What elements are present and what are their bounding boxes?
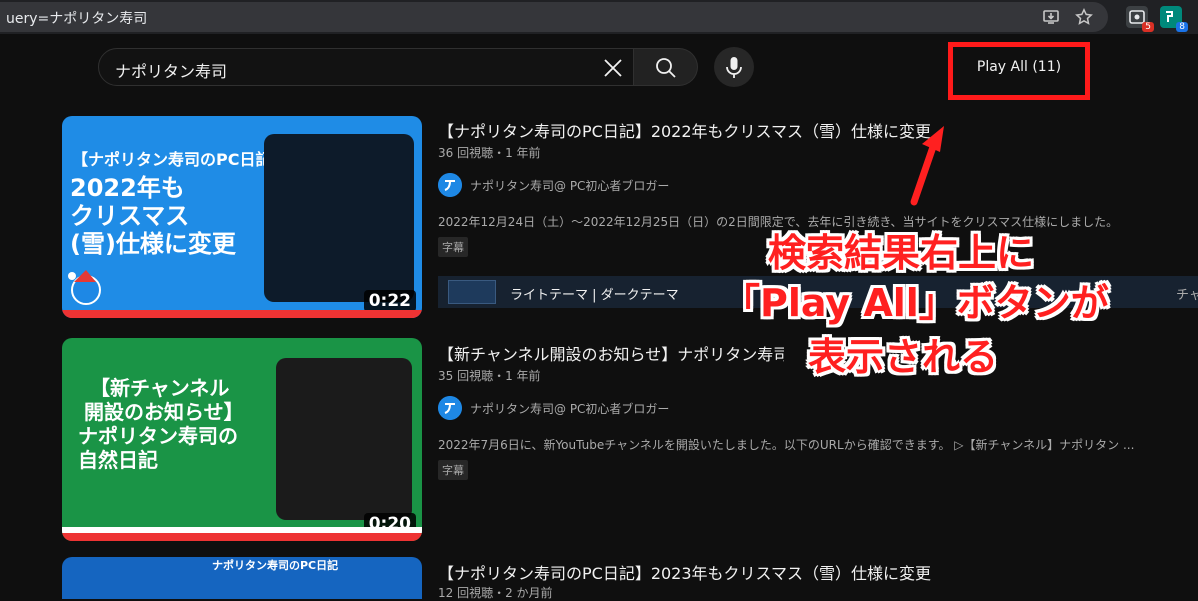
santa-hat-logo-icon	[68, 270, 101, 305]
extension-icon-2[interactable]: 8	[1160, 6, 1188, 32]
search-button[interactable]	[634, 48, 698, 86]
video-meta: 12 回視聴・2 か月前	[438, 586, 553, 600]
video-meta: 35 回視聴・1 年前	[438, 369, 541, 383]
video-description: 2022年7月6日に、新YouTubeチャンネルを開設いたしました。以下のURL…	[438, 438, 1135, 452]
thumbnail-screenshot	[264, 134, 414, 302]
search-query: ナポリタン寿司	[115, 62, 228, 81]
play-all-highlight-box: Play All (11)	[948, 42, 1090, 100]
thumbnail-text: ナポリタン寿司の	[78, 424, 238, 448]
thumbnail-text: 2022年も	[70, 174, 185, 202]
video-title-3[interactable]: 【ナポリタン寿司のPC日記】2023年もクリスマス（雪）仕様に変更	[438, 560, 931, 584]
url-text: uery=ナポリタン寿司	[6, 11, 148, 27]
channel-avatar-icon[interactable]	[438, 173, 462, 197]
chapter-label-next: チャ	[1176, 288, 1198, 303]
thumbnail-text: 開設のお知らせ】	[84, 400, 244, 424]
thumbnail-text: 【新チャンネル	[90, 376, 230, 400]
extension-badge: 5	[1142, 22, 1154, 32]
thumbnail-text: クリスマス	[70, 202, 190, 230]
microphone-icon	[726, 57, 742, 78]
channel-name[interactable]: ナポリタン寿司@ PC初心者ブロガー	[470, 177, 669, 194]
thumbnail-text: 【ナポリタン寿司のPC日記】	[72, 150, 288, 169]
search-input[interactable]: ナポリタン寿司	[98, 48, 634, 86]
thumbnail-text: 自然日記	[78, 448, 158, 472]
extension-icon-1[interactable]: 5	[1126, 6, 1154, 32]
voice-search-button[interactable]	[714, 47, 754, 87]
chapter-label: ライトテーマ | ダークテーマ	[510, 288, 679, 303]
subtitle-badge: 字幕	[438, 237, 468, 257]
play-all-button[interactable]: Play All (11)	[953, 59, 1085, 75]
bookmark-star-icon[interactable]	[1075, 8, 1093, 26]
video-thumbnail-1[interactable]: 【ナポリタン寿司のPC日記】 2022年も クリスマス (雪)仕様に変更 0:2…	[62, 116, 422, 318]
browser-toolbar: uery=ナポリタン寿司 5 8	[0, 0, 1198, 34]
subtitle-badge: 字幕	[438, 460, 468, 480]
annotation-text: 検索結果右上に	[768, 231, 1035, 275]
video-title-1[interactable]: 【ナポリタン寿司のPC日記】2022年もクリスマス（雪）仕様に変更	[438, 118, 931, 142]
search-icon	[656, 58, 676, 78]
clear-search-icon[interactable]	[599, 54, 627, 82]
channel-avatar-icon[interactable]	[438, 396, 462, 420]
thumbnail-text: (雪)仕様に変更	[70, 230, 236, 258]
video-thumbnail-2[interactable]: 【新チャンネル 開設のお知らせ】 ナポリタン寿司の 自然日記 0:20	[62, 338, 422, 541]
video-thumbnail-3[interactable]: ナポリタン寿司のPC日記	[62, 557, 422, 599]
thumbnail-stripe	[62, 310, 422, 318]
thumbnail-screenshot	[276, 358, 412, 520]
address-bar[interactable]: uery=ナポリタン寿司	[0, 2, 1108, 32]
annotation-arrow-icon	[910, 126, 944, 206]
thumbnail-text: ナポリタン寿司のPC日記	[212, 559, 339, 572]
extension-badge: 8	[1176, 22, 1188, 32]
chapter-thumbnail	[448, 280, 496, 304]
annotation-text: 「Play All」ボタンが	[722, 281, 1109, 325]
annotation-text: 表示される	[808, 335, 999, 379]
install-app-icon[interactable]	[1042, 8, 1060, 26]
video-duration: 0:22	[363, 290, 416, 312]
thumbnail-stripe	[62, 533, 422, 541]
video-title-2[interactable]: 【新チャンネル開設のお知らせ】ナポリタン寿司の自然日記	[438, 341, 784, 365]
channel-name[interactable]: ナポリタン寿司@ PC初心者ブロガー	[470, 400, 669, 417]
video-meta: 36 回視聴・1 年前	[438, 146, 541, 160]
